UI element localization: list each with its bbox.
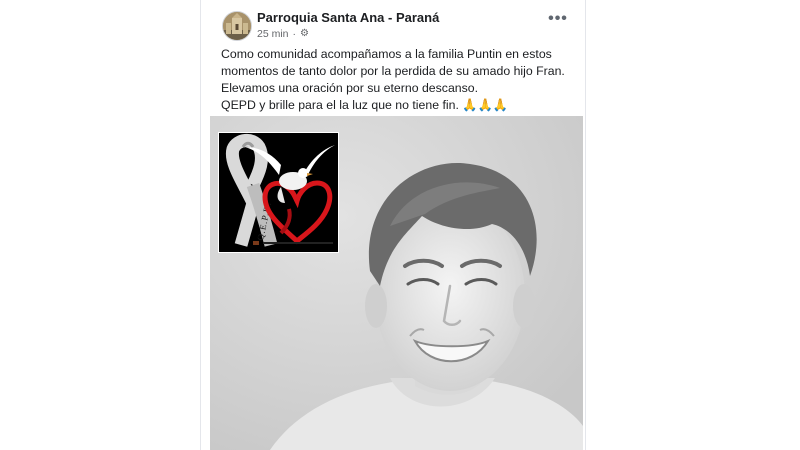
post-text: Como comunidad acompañamos a la familia … — [221, 46, 581, 114]
post-text-line: Como comunidad acompañamos a la familia … — [221, 47, 552, 61]
post-text-line: momentos de tanto dolor por la perdida d… — [221, 64, 565, 78]
post-text-line-last: QEPD y brille para el la luz que no tien… — [221, 98, 459, 112]
more-options-icon[interactable]: ••• — [548, 11, 568, 32]
page-name[interactable]: Parroquia Santa Ana - Paraná — [257, 10, 439, 25]
church-avatar-image — [223, 12, 251, 40]
post-text-line: Elevamos una oración por su eterno desca… — [221, 81, 479, 95]
qepd-inset-image: Q.E.P.D. — [218, 132, 339, 253]
praying-hands-emoji: 🙏🙏🙏 — [462, 98, 509, 112]
post-meta: 25 min · ⚙ — [257, 27, 309, 41]
gear-icon[interactable]: ⚙ — [300, 29, 309, 39]
ribbon-dove-heart-image: Q.E.P.D. — [219, 133, 338, 252]
post-card: Parroquia Santa Ana - Paraná 25 min · ⚙ … — [200, 0, 586, 450]
meta-separator: · — [292, 28, 297, 40]
post-text-line: QEPD y brille para el la luz que no tien… — [221, 97, 581, 114]
post-time[interactable]: 25 min — [257, 28, 289, 40]
page-avatar[interactable] — [222, 11, 252, 41]
